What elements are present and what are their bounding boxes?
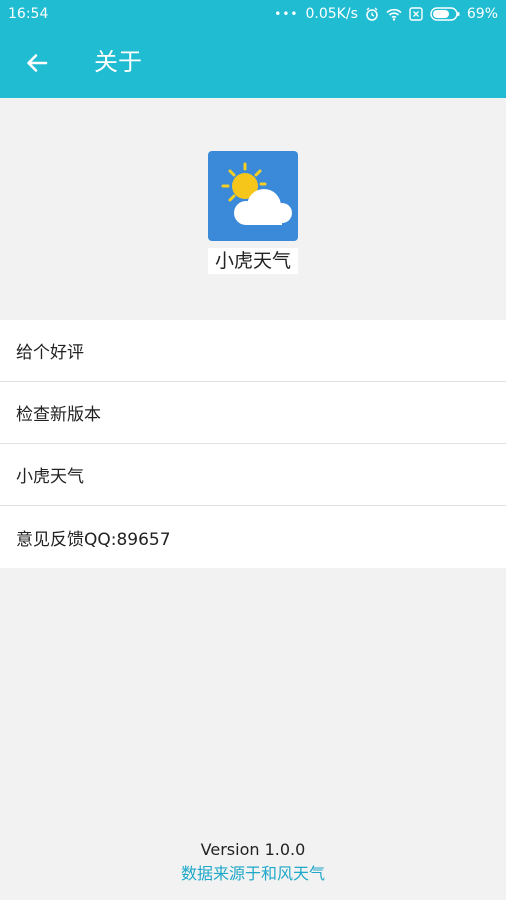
- menu-item-app-name[interactable]: 小虎天气: [0, 444, 506, 506]
- status-time: 16:54: [8, 6, 49, 22]
- sun-cloud-icon: [208, 151, 298, 241]
- page-title: 关于: [94, 48, 142, 76]
- about-menu: 给个好评 检查新版本 小虎天气 意见反馈QQ:89657: [0, 320, 506, 568]
- battery-icon: [430, 7, 460, 21]
- net-speed: 0.05K/s: [305, 6, 358, 22]
- app-name: 小虎天气: [208, 248, 298, 274]
- app-bar: 关于: [0, 28, 506, 98]
- logo-section: 小虎天气: [0, 98, 506, 320]
- battery-percent: 69%: [466, 6, 498, 22]
- menu-item-check-update[interactable]: 检查新版本: [0, 382, 506, 444]
- status-bar: 16:54 ••• 0.05K/s 69%: [0, 0, 506, 28]
- status-icons: ••• 0.05K/s 69%: [274, 6, 498, 22]
- more-dots-icon: •••: [274, 7, 299, 21]
- alarm-icon: [365, 7, 379, 21]
- wifi-icon: [386, 8, 402, 21]
- arrow-left-icon: [27, 54, 48, 72]
- sim-icon: [409, 7, 423, 21]
- footer: Version 1.0.0 数据来源于和风天气: [0, 838, 506, 886]
- version-text: Version 1.0.0: [200, 840, 306, 859]
- data-source-link[interactable]: 数据来源于和风天气: [0, 862, 506, 886]
- menu-item-feedback[interactable]: 意见反馈QQ:89657: [0, 506, 506, 568]
- back-button[interactable]: [24, 50, 50, 76]
- menu-item-rate[interactable]: 给个好评: [0, 320, 506, 382]
